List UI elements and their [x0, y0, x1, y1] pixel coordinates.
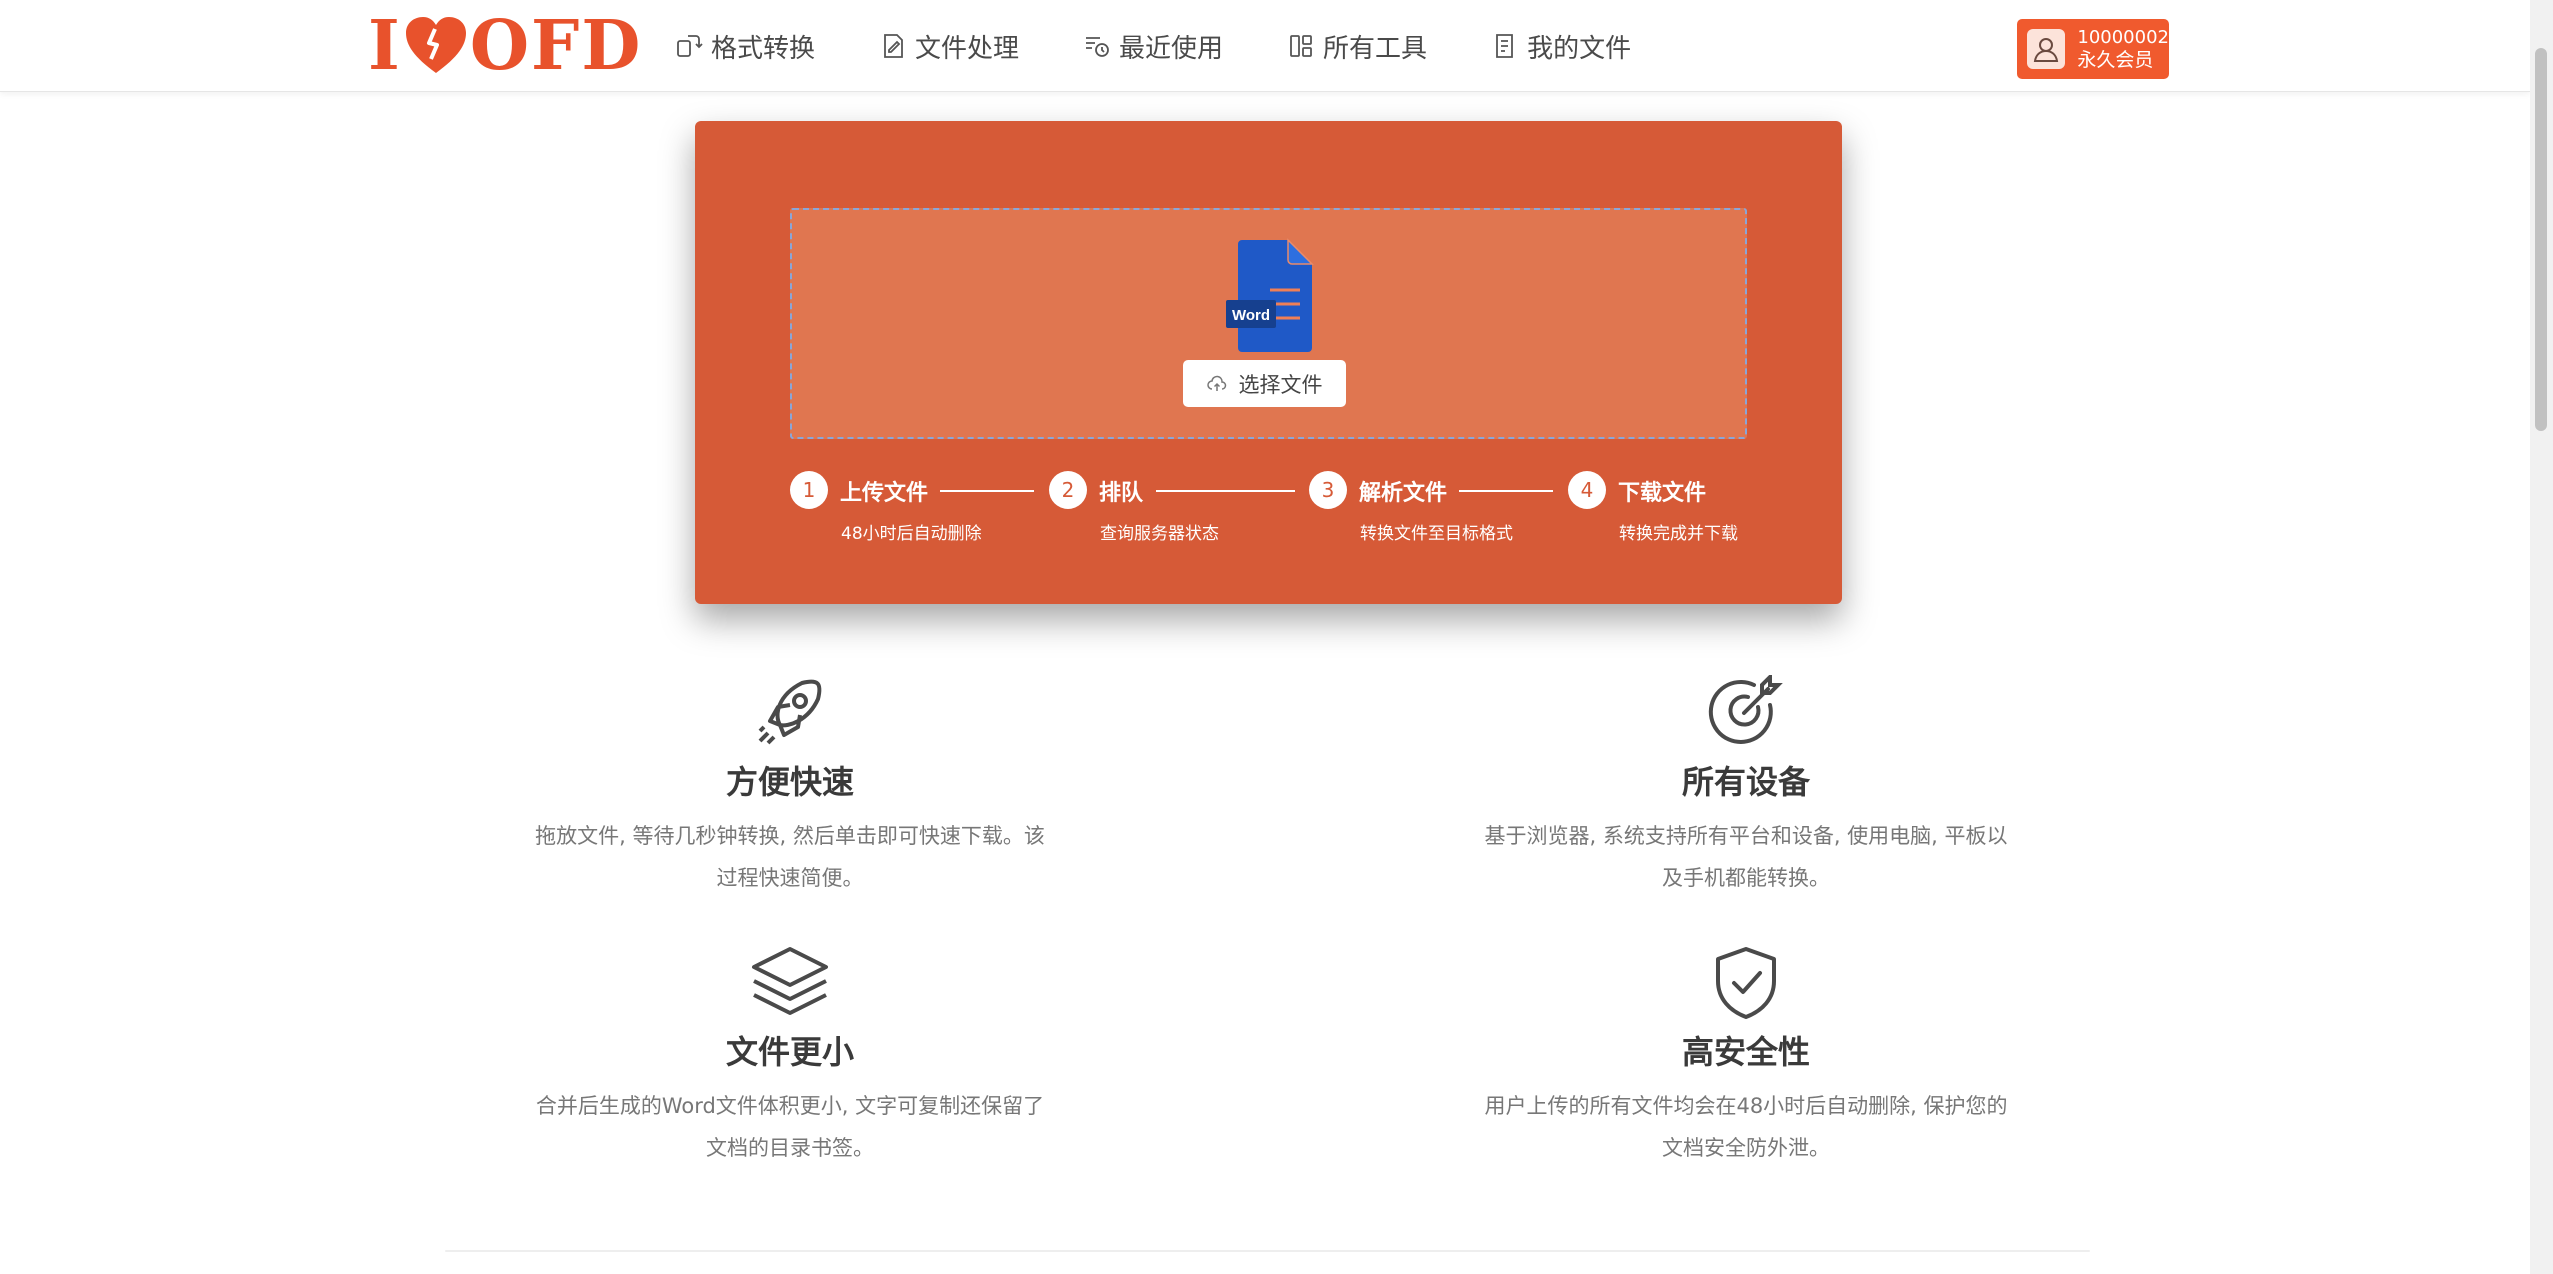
- step-title: 排队: [1099, 481, 1144, 506]
- scrollbar-thumb[interactable]: [2535, 48, 2547, 431]
- step-number: 2: [1049, 471, 1087, 509]
- nav-format-convert[interactable]: 格式转换: [675, 28, 815, 65]
- target-icon: [1708, 675, 1783, 744]
- feature-description: 拖放文件, 等待几秒钟转换, 然后单击即可快速下载。该 过程快速简便。: [490, 815, 1090, 899]
- step-number: 1: [790, 471, 828, 509]
- shield-check-icon: [1716, 947, 1776, 1019]
- process-steps: 1 上传文件 48小时后自动删除 2 排队 查询服务器状态 3 解析文件 转换文…: [790, 471, 1750, 551]
- step-desc: 48小时后自动删除: [841, 524, 982, 544]
- feature-description-line: 文档的目录书签。: [706, 1136, 874, 1160]
- feature-title: 所有设备: [1681, 763, 1810, 801]
- nav-label: 最近使用: [1119, 33, 1224, 64]
- step-title: 下载文件: [1618, 481, 1707, 506]
- page-scrollbar[interactable]: [2530, 0, 2553, 1274]
- layers-icon: [752, 947, 828, 1015]
- step-desc: 转换文件至目标格式: [1360, 524, 1513, 544]
- my-files-icon: [1496, 34, 1513, 58]
- step-connector: [1156, 490, 1295, 492]
- nav-label: 格式转换: [711, 33, 816, 64]
- step-number: 4: [1568, 471, 1606, 509]
- step-connector: [940, 490, 1034, 492]
- feature-fast: 方便快速 拖放文件, 等待几秒钟转换, 然后单击即可快速下载。该 过程快速简便。: [490, 675, 1090, 899]
- feature-description-line: 文档安全防外泄。: [1662, 1136, 1830, 1160]
- choose-file-button[interactable]: 选择文件: [1183, 360, 1346, 407]
- grid-icon: [1290, 35, 1312, 57]
- logo-text-right: OFD: [469, 6, 643, 86]
- nav-all-tools[interactable]: 所有工具: [1287, 28, 1427, 65]
- feature-smaller-files: 文件更小 合并后生成的Word文件体积更小, 文字可复制还保留了 文档的目录书签…: [490, 945, 1090, 1169]
- nav-label: 文件处理: [915, 33, 1020, 64]
- step-connector: [1459, 490, 1553, 492]
- section-divider: [445, 1250, 2090, 1252]
- recent-icon: [1086, 37, 1109, 57]
- feature-high-security: 高安全性 用户上传的所有文件均会在48小时后自动删除, 保护您的 文档安全防外泄…: [1446, 945, 2046, 1169]
- file-drop-zone[interactable]: Word 选择文件: [790, 208, 1747, 439]
- step-number: 3: [1309, 471, 1347, 509]
- main-nav: 格式转换 文件处理 最近使用 所有工具 我的文件: [675, 0, 1695, 92]
- convert-icon: [677, 35, 703, 57]
- step-title: 上传文件: [840, 481, 929, 506]
- user-membership: 永久会员: [2077, 49, 2154, 71]
- feature-description: 基于浏览器, 系统支持所有平台和设备, 使用电脑, 平板以 及手机都能转换。: [1446, 815, 2046, 899]
- feature-description-line: 基于浏览器, 系统支持所有平台和设备, 使用电脑, 平板以: [1484, 824, 2008, 848]
- site-logo[interactable]: I OFD: [368, 6, 642, 86]
- nav-recent[interactable]: 最近使用: [1083, 28, 1223, 65]
- feature-description-line: 及手机都能转换。: [1662, 866, 1830, 890]
- nav-my-files[interactable]: 我的文件: [1491, 28, 1631, 65]
- feature-description: 合并后生成的Word文件体积更小, 文字可复制还保留了 文档的目录书签。: [490, 1085, 1090, 1169]
- logo-text-left: I: [368, 6, 402, 86]
- feature-description: 用户上传的所有文件均会在48小时后自动删除, 保护您的 文档安全防外泄。: [1446, 1085, 2046, 1169]
- rocket-icon: [758, 679, 822, 745]
- user-icon: [2034, 38, 2059, 62]
- nav-file-processing[interactable]: 文件处理: [879, 28, 1019, 65]
- feature-title: 方便快速: [725, 763, 854, 801]
- avatar: [2027, 29, 2066, 69]
- step-desc: 转换完成并下载: [1619, 524, 1738, 544]
- cloud-upload-icon: [1206, 375, 1226, 391]
- feature-description-line: 合并后生成的Word文件体积更小, 文字可复制还保留了: [535, 1094, 1045, 1118]
- user-info: 10000002 永久会员: [2077, 26, 2169, 72]
- user-account-badge[interactable]: 10000002 永久会员: [2017, 19, 2169, 79]
- step-desc: 查询服务器状态: [1100, 524, 1219, 544]
- nav-label: 所有工具: [1323, 33, 1428, 64]
- top-navbar: I OFD 格式转换 文件处理 最近使用 所有工具 我的文件 10000002 …: [0, 0, 2530, 92]
- user-id: 10000002: [2077, 27, 2169, 48]
- word-file-icon: Word: [1226, 238, 1314, 352]
- upload-panel: Word 选择文件 1 上传文件 48小时后自动删除 2 排队 查询服务器状态 …: [695, 121, 1842, 604]
- feature-title: 高安全性: [1681, 1033, 1810, 1071]
- feature-description-line: 拖放文件, 等待几秒钟转换, 然后单击即可快速下载。该: [535, 824, 1045, 848]
- nav-label: 我的文件: [1527, 33, 1632, 64]
- feature-description-line: 用户上传的所有文件均会在48小时后自动删除, 保护您的: [1484, 1094, 2008, 1118]
- feature-title: 文件更小: [725, 1033, 854, 1071]
- heart-icon: [405, 17, 466, 73]
- feature-all-devices: 所有设备 基于浏览器, 系统支持所有平台和设备, 使用电脑, 平板以 及手机都能…: [1446, 675, 2046, 899]
- file-edit-icon: [884, 34, 903, 58]
- choose-file-label: 选择文件: [1238, 372, 1323, 397]
- file-type-label: Word: [1232, 307, 1270, 324]
- feature-description-line: 过程快速简便。: [716, 866, 864, 890]
- step-title: 解析文件: [1359, 481, 1448, 506]
